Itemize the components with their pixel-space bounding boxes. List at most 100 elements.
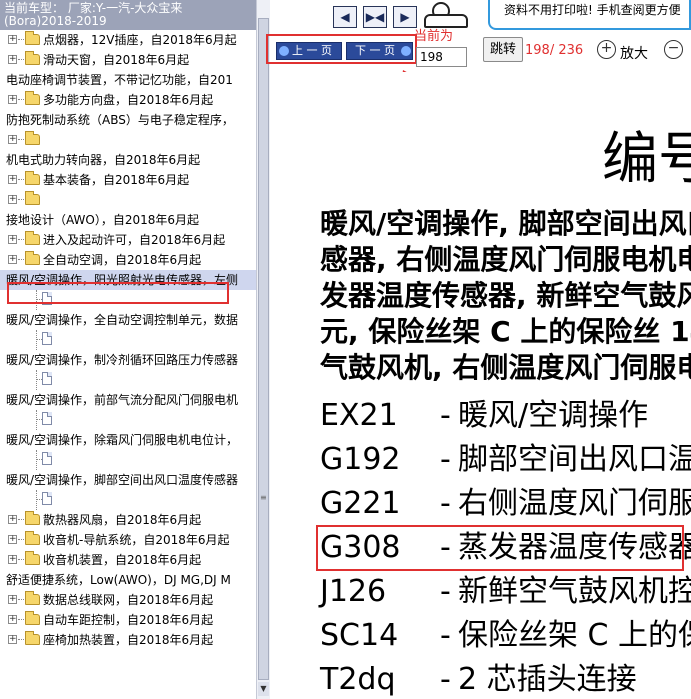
next-page-button[interactable]: 下 一 页 bbox=[346, 42, 413, 60]
legend-dash: - bbox=[440, 574, 451, 609]
tree-text-item[interactable]: 舒适便捷系统，Low(AWO)，DJ MG,DJ M bbox=[0, 570, 256, 590]
tree-folder-item[interactable]: + 散热器风扇，自2018年6月起 bbox=[0, 510, 256, 530]
arrow-right-icon bbox=[401, 46, 411, 56]
expand-toggle-icon[interactable]: + bbox=[8, 255, 17, 264]
chapter-tree: + 点烟器，12V插座，自2018年6月起 + 滑动天窗，自2018年6月起电动座椅调… bbox=[0, 30, 256, 699]
expand-toggle-icon[interactable]: + bbox=[8, 195, 17, 204]
tree-folder-item[interactable]: + 收音机装置，自2018年6月起 bbox=[0, 550, 256, 570]
expand-toggle-icon[interactable]: + bbox=[8, 135, 17, 144]
expand-toggle-icon[interactable]: + bbox=[8, 235, 17, 244]
legend-code: SC14 bbox=[320, 618, 399, 653]
tree-item-label: 自动车距控制，自2018年6月起 bbox=[43, 613, 214, 627]
tree-folder-item[interactable]: + 多功能方向盘，自2018年6月起 bbox=[0, 90, 256, 110]
tree-document-item[interactable] bbox=[0, 370, 256, 390]
tree-item-label: 进入及起动许可，自2018年6月起 bbox=[43, 233, 226, 247]
tree-text-item[interactable]: 暖风/空调操作，除霜风门伺服电机电位计， bbox=[0, 430, 256, 450]
tree-text-item[interactable]: 暖风/空调操作，全自动空调控制单元，数据 bbox=[0, 310, 256, 330]
document-icon bbox=[42, 412, 52, 425]
folder-icon bbox=[25, 551, 40, 565]
tree-folder-item[interactable]: + 基本装备，自2018年6月起 bbox=[0, 170, 256, 190]
zoom-in-button[interactable]: 放大 bbox=[620, 43, 648, 63]
tree-scroll-thumb[interactable] bbox=[258, 18, 269, 680]
legend-entry: EX21 - 暖风/空调操作 bbox=[320, 394, 691, 438]
legend-dash: - bbox=[440, 618, 451, 653]
tree-document-item[interactable] bbox=[0, 330, 256, 350]
tree-text-item[interactable]: 防抱死制动系统（ABS）与电子稳定程序， bbox=[0, 110, 256, 130]
tree-folder-item[interactable]: + 座椅加热装置，自2018年6月起 bbox=[0, 630, 256, 650]
legend-code: T2dq bbox=[320, 662, 396, 697]
tree-document-item[interactable] bbox=[0, 410, 256, 430]
tree-scrollbar[interactable]: ≡ ▼ bbox=[256, 0, 270, 699]
folder-icon bbox=[25, 631, 40, 645]
tree-item-label: 点烟器，12V插座，自2018年6月起 bbox=[43, 33, 237, 47]
expand-toggle-icon[interactable]: + bbox=[8, 595, 17, 604]
legend-desc: 保险丝架 C 上的保险丝 14 bbox=[458, 618, 691, 653]
tree-item-label: 滑动天窗，自2018年6月起 bbox=[43, 53, 190, 67]
tree-item-label: 防抱死制动系统（ABS）与电子稳定程序， bbox=[6, 113, 234, 127]
tree-document-item[interactable] bbox=[0, 450, 256, 470]
document-icon bbox=[42, 332, 52, 345]
expand-toggle-icon[interactable]: + bbox=[8, 615, 17, 624]
tree-text-item[interactable]: 暖风/空调操作，制冷剂循环回路压力传感器 bbox=[0, 350, 256, 370]
tree-item-label: 数据总线联网，自2018年6月起 bbox=[43, 593, 214, 607]
expand-toggle-icon[interactable]: + bbox=[8, 635, 17, 644]
folder-icon bbox=[25, 251, 40, 265]
fit-page-icon[interactable]: ▶◀ bbox=[363, 6, 387, 28]
tree-folder-item[interactable]: + 自动车距控制，自2018年6月起 bbox=[0, 610, 256, 630]
tree-folder-item[interactable]: + 收音机-导航系统，自2018年6月起 bbox=[0, 530, 256, 550]
tree-item-label: 暖风/空调操作，脚部空间出风口温度传感器 bbox=[6, 473, 239, 487]
expand-toggle-icon[interactable]: + bbox=[8, 95, 17, 104]
expand-toggle-icon[interactable]: + bbox=[8, 55, 17, 64]
tree-item-label: 暖风/空调操作，除霜风门伺服电机电位计， bbox=[6, 433, 239, 447]
heading-line: 元, 保险丝架 C 上的保险丝 14, 新鲜空 bbox=[320, 315, 691, 348]
annotation-box-g308 bbox=[316, 525, 684, 571]
tree-text-item[interactable]: 暖风/空调操作，脚部空间出风口温度传感器 bbox=[0, 470, 256, 490]
tree-folder-item[interactable]: + 数据总线联网，自2018年6月起 bbox=[0, 590, 256, 610]
page-count: 198/ 236 bbox=[525, 43, 584, 58]
tree-item-label: 暖风/空调操作，前部气流分配风门伺服电机 bbox=[6, 393, 239, 407]
tree-text-item[interactable]: 暖风/空调操作，前部气流分配风门伺服电机 bbox=[0, 390, 256, 410]
tree-item-label: 基本装备，自2018年6月起 bbox=[43, 173, 190, 187]
annotation-box-tree bbox=[7, 282, 229, 304]
jump-button[interactable]: 跳转 bbox=[483, 37, 523, 62]
zoom-in-icon[interactable]: + bbox=[597, 40, 616, 59]
zoom-out-icon[interactable]: − bbox=[664, 40, 683, 59]
expand-toggle-icon[interactable]: + bbox=[8, 175, 17, 184]
document-icon bbox=[42, 372, 52, 385]
folder-icon bbox=[25, 611, 40, 625]
tree-document-item[interactable] bbox=[0, 490, 256, 510]
tree-item-label: 暖风/空调操作，制冷剂循环回路压力传感器 bbox=[6, 353, 239, 367]
tree-item-label: 舒适便捷系统，Low(AWO)，DJ MG,DJ M bbox=[6, 573, 231, 587]
tree-item-label: 电动座椅调节装置，不带记忆功能，自201 bbox=[6, 73, 233, 87]
next-page-icon[interactable]: ▶ bbox=[393, 6, 417, 28]
tree-text-item[interactable]: 电动座椅调节装置，不带记忆功能，自201 bbox=[0, 70, 256, 90]
legend-desc: 暖风/空调操作 bbox=[458, 398, 649, 433]
folder-icon bbox=[25, 191, 40, 205]
expand-toggle-icon[interactable]: + bbox=[8, 535, 17, 544]
legend-desc: 脚部空间出风口温度传感器 bbox=[458, 442, 691, 477]
scroll-down-arrow-icon[interactable]: ▼ bbox=[258, 682, 269, 696]
expand-toggle-icon[interactable]: + bbox=[8, 35, 17, 44]
ad-text: 资料不用打印啦! 手机查阅更方便 bbox=[504, 3, 681, 17]
first-page-icon[interactable]: ◀ bbox=[333, 6, 357, 28]
heading-line: 发器温度传感器, 新鲜空气鼓风机控制单 bbox=[320, 279, 691, 312]
tree-folder-item[interactable]: + 全自动空调，自2018年6月起 bbox=[0, 250, 256, 270]
tree-item-label: 机电式助力转向器，自2018年6月起 bbox=[6, 153, 201, 167]
tree-folder-item[interactable]: + bbox=[0, 130, 256, 150]
ad-banner[interactable]: 资料不用打印啦! 手机查阅更方便 bbox=[488, 0, 691, 30]
expand-toggle-icon[interactable]: + bbox=[8, 515, 17, 524]
tree-text-item[interactable]: 机电式助力转向器，自2018年6月起 bbox=[0, 150, 256, 170]
tree-text-item[interactable]: 接地设计（AWO），自2018年6月起 bbox=[0, 210, 256, 230]
tree-folder-item[interactable]: + 点烟器，12V插座，自2018年6月起 bbox=[0, 30, 256, 50]
expand-toggle-icon[interactable]: + bbox=[8, 555, 17, 564]
tree-folder-item[interactable]: + bbox=[0, 190, 256, 210]
folder-icon bbox=[25, 171, 40, 185]
page-number-input[interactable] bbox=[416, 47, 467, 67]
prev-page-button[interactable]: 上 一 页 bbox=[276, 42, 342, 60]
folder-icon bbox=[25, 231, 40, 245]
tree-folder-item[interactable]: + 进入及起动许可，自2018年6月起 bbox=[0, 230, 256, 250]
heading-line: 感器, 右侧温度风门伺服电机电位计, 蒸 bbox=[320, 243, 691, 276]
legend-dash: - bbox=[440, 398, 451, 433]
tree-folder-item[interactable]: + 滑动天窗，自2018年6月起 bbox=[0, 50, 256, 70]
tree-item-label: 多功能方向盘，自2018年6月起 bbox=[43, 93, 214, 107]
